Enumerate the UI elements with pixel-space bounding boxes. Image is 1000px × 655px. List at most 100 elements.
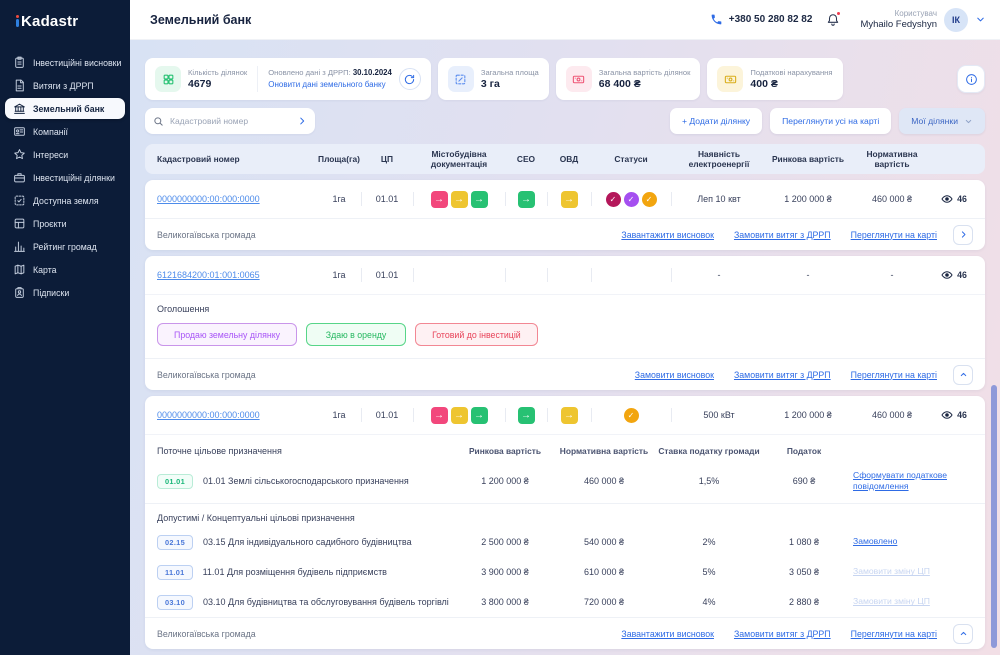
status-check-orange[interactable]: ✓ [624, 408, 639, 423]
doc-badge-pink[interactable]: → [431, 407, 448, 424]
notifications-button[interactable] [826, 13, 840, 27]
area-cell: 1га [317, 396, 361, 434]
sidebar-item-projects[interactable]: Проєкти [5, 213, 125, 234]
electricity-cell: - [671, 256, 767, 294]
market-value-cell: - [767, 256, 849, 294]
cadastre-link[interactable]: 0000000000:00:000:0000 [157, 410, 260, 420]
download-conclusion-link[interactable]: Завантажити висновок [621, 230, 714, 240]
purpose-name: 11.01 Для розміщення будівель підприємст… [203, 567, 387, 577]
order-conclusion-link[interactable]: Замовити висновок [635, 370, 714, 380]
allowed-purpose-row: 11.0111.01 Для розміщення будівель підпр… [157, 557, 973, 587]
rating-chart-icon [13, 240, 26, 253]
download-conclusion-link[interactable]: Завантажити висновок [621, 629, 714, 639]
view-on-map-link[interactable]: Переглянути на карті [851, 370, 937, 380]
col-header-area: Площа(га) [317, 154, 361, 164]
announcement-rent-badge[interactable]: Здаю в оренду [306, 323, 406, 346]
market-value: 2 500 000 ₴ [457, 537, 553, 547]
status-check-orange[interactable]: ✓ [642, 192, 657, 207]
search-input[interactable] [170, 116, 291, 126]
purpose-tag: 02.15 [157, 535, 193, 550]
status-check-crimson[interactable]: ✓ [606, 192, 621, 207]
generate-tax-notice-link[interactable]: Сформувати податкове повідомлення [853, 470, 973, 492]
doc-badge-yellow[interactable]: → [451, 191, 468, 208]
cadastre-link[interactable]: 6121684200:01:001:0065 [157, 270, 260, 280]
refresh-button[interactable] [399, 68, 421, 90]
tax-rate: 4% [655, 597, 763, 607]
ceo-badge-green[interactable]: → [518, 191, 535, 208]
avatar[interactable]: ІК [944, 8, 968, 32]
sidebar-item-investment-conclusions[interactable]: Інвестиційні висновки [5, 52, 125, 73]
announcement-sell-badge[interactable]: Продаю земельну ділянку [157, 323, 297, 346]
sidebar-item-investment-parcels[interactable]: Інвестиційні ділянки [5, 167, 125, 188]
chevron-down-icon[interactable] [975, 14, 986, 25]
order-drrp-extract-link[interactable]: Замовити витяг з ДРРП [734, 230, 831, 240]
doc-badge-green[interactable]: → [471, 407, 488, 424]
doc-badge-yellow[interactable]: → [451, 407, 468, 424]
sidebar-item-companies[interactable]: Компанії [5, 121, 125, 142]
normative-value-cell: 460 000 ₴ [849, 396, 935, 434]
user-menu[interactable]: Користувач Myhailo Fedyshyn ІК [860, 8, 986, 32]
logo-i-icon [16, 15, 19, 27]
doc-badge-green[interactable]: → [471, 191, 488, 208]
sidebar-item-available-land[interactable]: Доступна земля [5, 190, 125, 211]
collapse-button[interactable] [953, 365, 973, 385]
cadastre-link[interactable]: 0000000000:00:000:0000 [157, 194, 260, 204]
eye-icon [941, 193, 953, 205]
current-purpose-title: Поточне цільове призначення [157, 446, 457, 456]
market-value-cell: 1 200 000 ₴ [767, 180, 849, 218]
phone-contact[interactable]: +380 50 280 82 82 [710, 13, 813, 26]
market-value: 1 200 000 ₴ [457, 476, 553, 486]
ovd-badge-yellow[interactable]: → [561, 191, 578, 208]
status-check-purple[interactable]: ✓ [624, 192, 639, 207]
clipboard-icon [13, 56, 26, 69]
ordered-link[interactable]: Замовлено [853, 536, 897, 547]
sidebar-item-label: Проєкти [33, 219, 67, 229]
tax-amount: 3 050 ₴ [763, 567, 845, 577]
purpose-tag: 03.10 [157, 595, 193, 610]
col-normative-value: Нормативна вартість [553, 446, 655, 456]
stat-card-tax: Податкові нарахування 400 ₴ [707, 58, 842, 100]
scrollbar-thumb[interactable] [991, 385, 997, 648]
allowed-purposes-title: Допустимі / Концептуальні цільові призна… [157, 504, 973, 527]
views-counter: 46 [941, 269, 967, 281]
sidebar-item-map[interactable]: Карта [5, 259, 125, 280]
sidebar-item-subscriptions[interactable]: Підписки [5, 282, 125, 303]
logo[interactable]: Kadastr [0, 0, 130, 30]
cadastre-search[interactable] [145, 108, 315, 134]
bank-icon [13, 102, 26, 115]
page-title: Земельний банк [150, 13, 251, 27]
collapse-button[interactable] [953, 624, 973, 644]
ovd-badge-yellow[interactable]: → [561, 407, 578, 424]
subscriptions-icon [13, 286, 26, 299]
my-parcels-dropdown[interactable]: Мої ділянки [899, 108, 985, 134]
stat-value: 68 400 ₴ [599, 78, 691, 90]
cp-cell: 01.01 [361, 180, 413, 218]
sidebar-item-label: Інвестиційні висновки [33, 58, 121, 68]
normative-value-cell: 460 000 ₴ [849, 180, 935, 218]
ceo-badge-green[interactable]: → [518, 407, 535, 424]
view-on-map-link[interactable]: Переглянути на карті [851, 629, 937, 639]
order-drrp-extract-link[interactable]: Замовити витяг з ДРРП [734, 629, 831, 639]
sidebar-item-interests[interactable]: Інтереси [5, 144, 125, 165]
allowed-purpose-row: 03.1003.10 Для будівництва та обслуговув… [157, 587, 973, 617]
col-header-ovd: ОВД [547, 154, 591, 164]
sidebar-item-land-bank[interactable]: Земельний банк [5, 98, 125, 119]
sidebar: Kadastr Інвестиційні висновки Витяги з Д… [0, 0, 130, 655]
doc-badge-pink[interactable]: → [431, 191, 448, 208]
add-parcel-button[interactable]: + Додати ділянку [670, 108, 762, 134]
sidebar-item-drrp-extracts[interactable]: Витяги з ДРРП [5, 75, 125, 96]
sidebar-item-community-rating[interactable]: Рейтинг громад [5, 236, 125, 257]
search-submit-chevron-icon[interactable] [297, 116, 307, 126]
chevron-up-icon [959, 629, 968, 638]
announcement-investment-badge[interactable]: Готовий до інвестицій [415, 323, 538, 346]
view-on-map-link[interactable]: Переглянути на карті [851, 230, 937, 240]
land-area-icon [13, 194, 26, 207]
expand-button[interactable] [953, 225, 973, 245]
views-counter: 46 [941, 193, 967, 205]
view-all-on-map-button[interactable]: Переглянути усі на карті [770, 108, 891, 134]
ovd-cell [547, 256, 591, 294]
info-button[interactable] [957, 65, 985, 93]
update-land-bank-link[interactable]: Оновити дані земельного банку [268, 79, 392, 90]
order-drrp-extract-link[interactable]: Замовити витяг з ДРРП [734, 370, 831, 380]
views-counter: 46 [941, 409, 967, 421]
